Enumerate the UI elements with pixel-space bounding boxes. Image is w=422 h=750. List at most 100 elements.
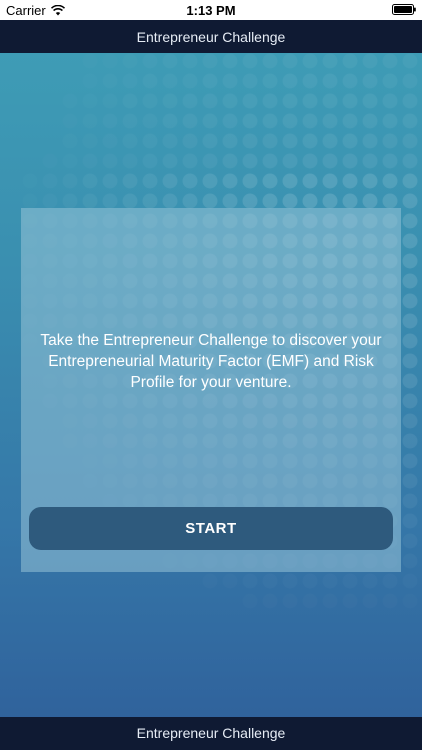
decorative-dot [402,133,418,149]
decorative-dot [222,153,238,169]
decorative-dot [362,113,378,129]
decorative-dot [402,293,418,309]
decorative-dot [43,174,58,189]
decorative-dot [202,193,218,209]
decorative-dot [322,53,338,69]
nav-bar: Entrepreneur Challenge [0,20,422,53]
decorative-dot [242,153,258,169]
decorative-dot [262,73,278,89]
decorative-dot [23,174,38,189]
decorative-dot [302,113,318,129]
decorative-dot [222,113,238,129]
decorative-dot [403,574,418,589]
decorative-dot [182,193,198,209]
decorative-dot [83,94,98,109]
decorative-dot [402,313,418,329]
decorative-dot [142,193,158,209]
decorative-dot [202,133,218,149]
decorative-dot [403,554,418,569]
decorative-dot [183,54,198,69]
decorative-dot [343,574,358,589]
decorative-dot [402,173,418,189]
decorative-dot [283,594,298,609]
decorative-dot [182,173,198,189]
decorative-dot [342,153,358,169]
decorative-dot [122,193,138,209]
decorative-dot [262,93,278,109]
decorative-dot [123,134,138,149]
decorative-dot [302,133,318,149]
decorative-dot [362,193,378,209]
decorative-dot [63,154,78,169]
decorative-dot [402,513,418,529]
decorative-dot [83,54,98,69]
decorative-dot [162,193,178,209]
decorative-dot [403,594,418,609]
decorative-dot [402,473,418,489]
decorative-dot [182,93,198,109]
decorative-dot [402,253,418,269]
start-button[interactable]: START [29,507,393,550]
decorative-dot [103,94,118,109]
decorative-dot [182,153,198,169]
decorative-dot [63,94,78,109]
decorative-dot [262,133,278,149]
decorative-dot [263,574,278,589]
decorative-dot [23,194,38,209]
decorative-dot [382,53,398,69]
decorative-dot [162,133,178,149]
battery-icon [392,4,416,15]
decorative-dot [342,93,358,109]
decorative-dot [123,114,138,129]
decorative-dot [143,94,158,109]
decorative-dot [322,193,338,209]
decorative-dot [282,193,298,209]
decorative-dot [362,53,378,69]
decorative-dot [182,133,198,149]
decorative-dot [342,113,358,129]
decorative-dot [242,193,258,209]
intro-card: Take the Entrepreneur Challenge to disco… [21,208,401,572]
decorative-dot [123,54,138,69]
decorative-dot [242,173,258,189]
decorative-dot [402,493,418,509]
decorative-dot [103,74,118,89]
decorative-dot [262,153,278,169]
decorative-dot [82,173,98,189]
decorative-dot [163,74,178,89]
decorative-dot [282,173,298,189]
decorative-dot [63,174,78,189]
decorative-dot [302,193,318,209]
decorative-dot [402,73,418,89]
decorative-dot [383,574,398,589]
decorative-dot [282,153,298,169]
decorative-dot [143,134,158,149]
decorative-dot [123,94,138,109]
decorative-dot [363,574,378,589]
decorative-dot [242,113,258,129]
decorative-dot [282,93,298,109]
decorative-dot [402,93,418,109]
decorative-dot [402,413,418,429]
decorative-dot [303,574,318,589]
decorative-dot [262,113,278,129]
decorative-dot [262,193,278,209]
decorative-dot [242,133,258,149]
decorative-dot [263,594,278,609]
decorative-dot [142,173,158,189]
nav-title: Entrepreneur Challenge [136,29,286,45]
footer-label: Entrepreneur Challenge [136,725,286,741]
decorative-dot [322,73,338,89]
decorative-dot [163,54,178,69]
decorative-dot [142,153,158,169]
decorative-dot [303,594,318,609]
decorative-dot [343,594,358,609]
decorative-dot [302,93,318,109]
decorative-dot [202,153,218,169]
decorative-dot [122,173,138,189]
decorative-dot [102,193,118,209]
decorative-dot [203,574,218,589]
decorative-dot [63,114,78,129]
decorative-dot [103,134,118,149]
decorative-dot [363,594,378,609]
